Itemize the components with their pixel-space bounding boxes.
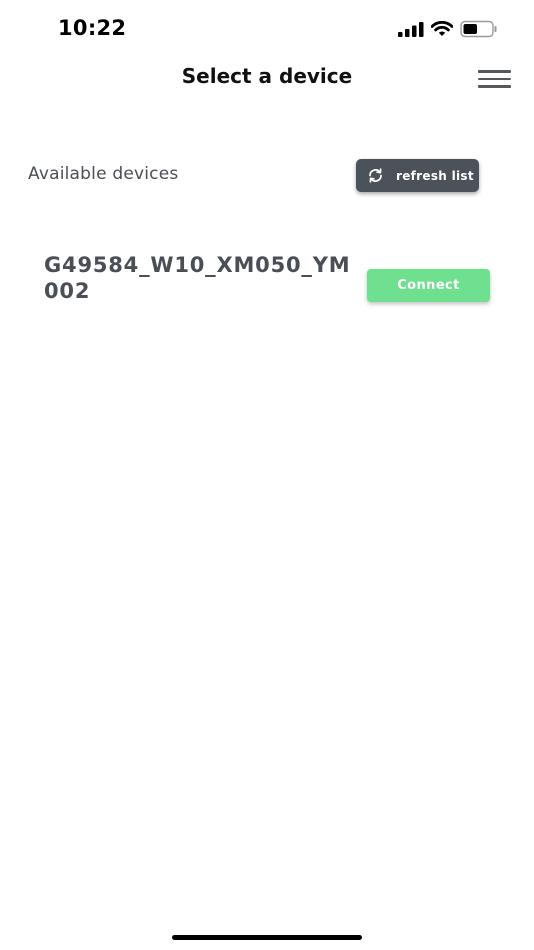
connect-button[interactable]: Connect (367, 269, 490, 302)
home-indicator[interactable] (172, 935, 362, 940)
available-devices-label: Available devices (28, 164, 179, 184)
refresh-list-button[interactable]: refresh list (356, 159, 479, 192)
wifi-icon (431, 21, 453, 37)
cellular-signal-icon (398, 21, 424, 37)
page-title: Select a device (181, 64, 353, 88)
refresh-list-label: refresh list (396, 168, 474, 183)
device-name: G49584_W10_XM050_YM002 (44, 253, 351, 303)
status-bar-time: 10:22 (58, 16, 127, 40)
list-item: G49584_W10_XM050_YM002 Connect (44, 252, 494, 310)
battery-icon (460, 20, 498, 38)
hamburger-menu-icon[interactable] (478, 68, 512, 90)
status-bar-icons (398, 19, 498, 39)
refresh-icon (367, 167, 384, 184)
